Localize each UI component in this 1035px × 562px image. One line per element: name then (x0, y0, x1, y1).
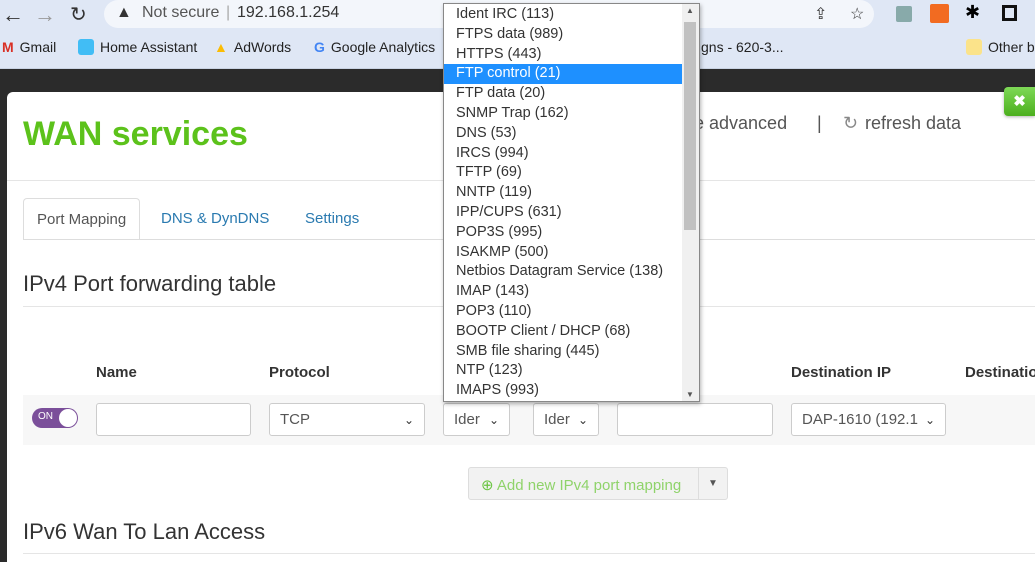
ipv4-heading: IPv4 Port forwarding table (23, 271, 277, 296)
destination-ip-value: DAP-1610 (192.1 (802, 411, 918, 428)
scrollbar-thumb[interactable] (684, 22, 696, 230)
refresh-data-link[interactable]: refresh data (865, 113, 961, 134)
google-icon: G (314, 39, 325, 55)
dropdown-option[interactable]: NTP (123) (444, 361, 682, 381)
share-icon[interactable]: ⇪ (814, 4, 827, 24)
dropdown-option[interactable]: FTP data (20) (444, 84, 682, 104)
scroll-down-icon[interactable]: ▼ (686, 390, 694, 399)
bookmark-label: gns - 620-3... (701, 39, 784, 55)
bookmark-adwords[interactable]: ▲ AdWords (214, 39, 291, 55)
port-input[interactable] (617, 403, 773, 436)
name-input[interactable] (96, 403, 251, 436)
star-icon[interactable]: ☆ (850, 4, 864, 24)
bookmark-gmail[interactable]: M Gmail (2, 39, 56, 55)
tab-port-mapping[interactable]: Port Mapping (23, 198, 141, 240)
bookmark-google-analytics[interactable]: G Google Analytics (314, 39, 435, 55)
column-header-destination-ip: Destination IP (791, 364, 892, 381)
internal-port-select[interactable]: Ider ⌄ (533, 403, 599, 436)
dropdown-option[interactable]: POP3S (995) (444, 223, 682, 243)
url-text[interactable]: 192.168.1.254 (237, 4, 339, 22)
add-options-dropdown-button[interactable]: ▼ (699, 468, 727, 499)
folder-icon (966, 39, 982, 55)
scrollbar[interactable]: ▲ ▼ (682, 4, 699, 401)
back-icon[interactable]: ← (2, 2, 24, 28)
tab-dns-dyndns[interactable]: DNS & DynDNS (148, 198, 282, 240)
extension-icon[interactable] (896, 6, 912, 22)
page-title: WAN services (23, 115, 248, 153)
close-button[interactable]: ✖ (1004, 87, 1035, 116)
add-button-label: Add new IPv4 port mapping (496, 477, 682, 494)
refresh-icon[interactable]: ↻ (843, 113, 858, 134)
dropdown-option[interactable]: SMB file sharing (445) (444, 342, 682, 362)
separator: | (817, 113, 822, 133)
warning-icon: ▲ (116, 4, 132, 21)
protocol-value: TCP (280, 411, 310, 428)
dropdown-option[interactable]: IMAP (143) (444, 282, 682, 302)
chevron-down-icon: ⌄ (488, 412, 499, 427)
column-header-protocol: Protocol (269, 364, 330, 381)
bookmark-campaigns[interactable]: gns - 620-3... (701, 39, 784, 55)
dropdown-option[interactable]: IRCS (994) (444, 144, 682, 164)
bookmark-label: AdWords (233, 39, 292, 55)
gmail-icon: M (2, 39, 14, 55)
home-assistant-icon (78, 39, 94, 55)
dropdown-option[interactable]: SNMP Trap (162) (444, 104, 682, 124)
bookmark-home-assistant[interactable]: Home Assistant (78, 39, 197, 55)
bookmark-label: Google Analytics (330, 39, 436, 55)
dropdown-option[interactable]: IMAPS (993) (444, 381, 682, 401)
port-dropdown-list[interactable]: Ident IRC (113) FTPS data (989) HTTPS (443… (443, 3, 700, 402)
chevron-down-icon: ⌄ (577, 412, 588, 427)
security-label: Not secure (142, 4, 220, 21)
divider (23, 553, 1035, 554)
internal-port-value: Ider (544, 411, 570, 428)
dropdown-option[interactable]: Netbios Datagram Service (138) (444, 262, 682, 282)
external-port-select[interactable]: Ider ⌄ (443, 403, 510, 436)
chevron-down-icon: ⌄ (924, 412, 935, 427)
divider: | (226, 4, 231, 21)
reload-icon[interactable]: ↻ (70, 2, 87, 27)
puzzle-icon[interactable]: ✱ (965, 2, 980, 23)
destination-ip-select[interactable]: DAP-1610 (192.1 ⌄ (791, 403, 946, 436)
dropdown-option[interactable]: TFTP (69) (444, 163, 682, 183)
chevron-down-icon: ⌄ (403, 412, 414, 427)
dropdown-option[interactable]: DNS (53) (444, 124, 682, 144)
dropdown-option[interactable]: IPP/CUPS (631) (444, 203, 682, 223)
analytics-extension-icon[interactable] (930, 4, 949, 23)
external-port-value: Ider (454, 411, 480, 428)
column-header-name: Name (96, 364, 137, 381)
toggle-knob (59, 409, 77, 427)
bookmark-label: Gmail (19, 39, 57, 55)
column-header-destination-port: Destinatio (965, 364, 1035, 381)
ipv6-heading: IPv6 Wan To Lan Access (23, 519, 266, 544)
toggle-advanced-link[interactable]: le advanced (690, 113, 787, 134)
scroll-up-icon[interactable]: ▲ (686, 6, 694, 15)
dropdown-option[interactable]: NNTP (119) (444, 183, 682, 203)
enable-toggle[interactable]: ON (32, 408, 78, 428)
dropdown-option[interactable]: FTP control (21) (444, 64, 682, 85)
bookmark-label: Home Assistant (100, 39, 198, 55)
add-ipv4-mapping-button[interactable]: ⊕ Add new IPv4 port mapping (469, 468, 699, 499)
forward-icon[interactable]: → (34, 2, 56, 28)
sidepanel-icon[interactable] (1002, 5, 1017, 21)
dropdown-option[interactable]: HTTPS (443) (444, 45, 682, 65)
dropdown-option[interactable]: BOOTP Client / DHCP (68) (444, 322, 682, 342)
plus-circle-icon: ⊕ (481, 477, 494, 494)
dropdown-option[interactable]: Ident IRC (113) (444, 5, 682, 25)
tab-settings[interactable]: Settings (292, 198, 372, 240)
dropdown-option[interactable]: FTPS data (989) (444, 25, 682, 45)
protocol-select[interactable]: TCP ⌄ (269, 403, 425, 436)
toggle-label: ON (38, 411, 53, 422)
dropdown-option[interactable]: ISAKMP (500) (444, 243, 682, 263)
bookmark-other[interactable]: Other b (966, 39, 1035, 55)
dropdown-option[interactable]: POP3 (110) (444, 302, 682, 322)
adwords-icon: ▲ (214, 39, 228, 55)
bookmark-label: Other b (988, 39, 1035, 55)
add-ipv4-mapping-button-group: ⊕ Add new IPv4 port mapping ▼ (468, 467, 728, 500)
